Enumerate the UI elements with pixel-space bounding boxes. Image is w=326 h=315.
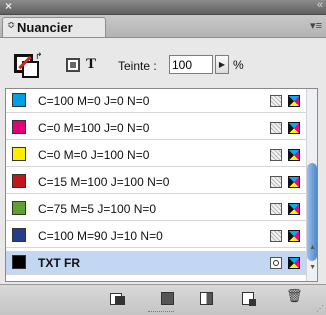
- formatting-affects-container-icon[interactable]: [66, 58, 80, 72]
- swatch-row[interactable]: C=15 M=100 J=100 N=0: [6, 170, 314, 194]
- close-icon[interactable]: ×: [5, 0, 12, 13]
- tab-expand-arrows-icon[interactable]: ≎: [7, 20, 15, 31]
- formatting-affects-text-icon[interactable]: T: [86, 56, 96, 73]
- swatch-name: C=0 M=100 J=0 N=0: [38, 121, 150, 135]
- delete-swatch-icon[interactable]: 🗑: [286, 288, 303, 303]
- panel-bottom-bar: 🗑 ⋰: [0, 284, 326, 315]
- swatch-color-chip: [12, 174, 26, 188]
- process-color-icon: [270, 230, 282, 242]
- cmyk-mode-icon: [288, 203, 300, 215]
- swatch-name: C=75 M=5 J=100 N=0: [38, 202, 157, 216]
- tab-nuancier[interactable]: ≎ Nuancier: [2, 17, 106, 37]
- swatch-row[interactable]: C=0 M=0 J=100 N=0: [6, 143, 314, 167]
- swatch-row[interactable]: C=100 M=90 J=10 N=0: [6, 224, 314, 248]
- cmyk-mode-icon: [288, 95, 300, 107]
- swatch-color-chip: [12, 201, 26, 215]
- swatch-name: C=100 M=0 J=0 N=0: [38, 94, 150, 108]
- show-swatch-kinds-icon[interactable]: [110, 291, 126, 305]
- cmyk-mode-icon: [288, 149, 300, 161]
- swatch-color-chip: [12, 147, 26, 161]
- swatch-name: C=100 M=90 J=10 N=0: [38, 229, 163, 243]
- swatch-color-chip: [12, 93, 26, 107]
- collapse-panel-icon[interactable]: «: [317, 0, 323, 11]
- process-color-icon: [270, 176, 282, 188]
- swatch-list: C=100 M=0 J=0 N=0 C=0 M=100 J=0 N=0 C=0 …: [5, 88, 318, 282]
- process-color-icon: [270, 203, 282, 215]
- swatch-row[interactable]: C=100 M=0 J=0 N=0: [6, 89, 314, 113]
- process-color-icon: [270, 149, 282, 161]
- tint-stepper-button[interactable]: ▶: [215, 55, 229, 74]
- swatch-name: C=0 M=0 J=100 N=0: [38, 148, 150, 162]
- show-color-swatches-icon[interactable]: [160, 291, 176, 305]
- swatch-row[interactable]: C=0 M=100 J=0 N=0: [6, 116, 314, 140]
- tint-input[interactable]: [169, 55, 213, 74]
- swap-fill-stroke-icon[interactable]: ↱: [35, 51, 43, 62]
- panel-resize-grip[interactable]: [148, 311, 174, 315]
- scroll-down-arrow-icon[interactable]: ▼: [309, 264, 316, 271]
- scroll-up-arrow-icon[interactable]: ▲: [309, 244, 316, 251]
- tint-percent-label: %: [233, 58, 244, 72]
- swatch-toolbar: ↱ T Teinte : ▶ %: [0, 38, 326, 87]
- new-swatch-icon[interactable]: [241, 291, 257, 306]
- fill-stroke-selector[interactable]: ↱: [14, 51, 43, 78]
- process-color-icon: [270, 122, 282, 134]
- swatch-color-chip: [12, 255, 26, 269]
- tint-label: Teinte :: [118, 59, 157, 73]
- swatch-color-chip: [12, 120, 26, 134]
- panel-title-bar[interactable]: × «: [0, 0, 326, 15]
- swatch-row-selected[interactable]: TXT FR: [6, 251, 314, 275]
- swatch-name: C=15 M=100 J=100 N=0: [38, 175, 170, 189]
- swatches-panel: × « ≎ Nuancier ▾≡ ↱ T Teinte : ▶ % C=100…: [0, 0, 326, 315]
- show-gradient-swatches-icon[interactable]: [199, 291, 215, 305]
- panel-tab-row: ≎ Nuancier ▾≡: [0, 15, 326, 38]
- swatch-row[interactable]: C=75 M=5 J=100 N=0: [6, 197, 314, 221]
- cmyk-mode-icon: [288, 122, 300, 134]
- process-color-icon: [270, 95, 282, 107]
- cmyk-mode-icon: [288, 230, 300, 242]
- tab-label: Nuancier: [17, 20, 73, 35]
- swatch-color-chip: [12, 228, 26, 242]
- spot-color-icon: [270, 257, 282, 269]
- swatch-name: TXT FR: [38, 256, 80, 270]
- cmyk-mode-icon: [288, 257, 300, 269]
- panel-menu-icon[interactable]: ▾≡: [310, 19, 322, 32]
- cmyk-mode-icon: [288, 176, 300, 188]
- resize-corner-icon[interactable]: ⋰: [316, 304, 324, 313]
